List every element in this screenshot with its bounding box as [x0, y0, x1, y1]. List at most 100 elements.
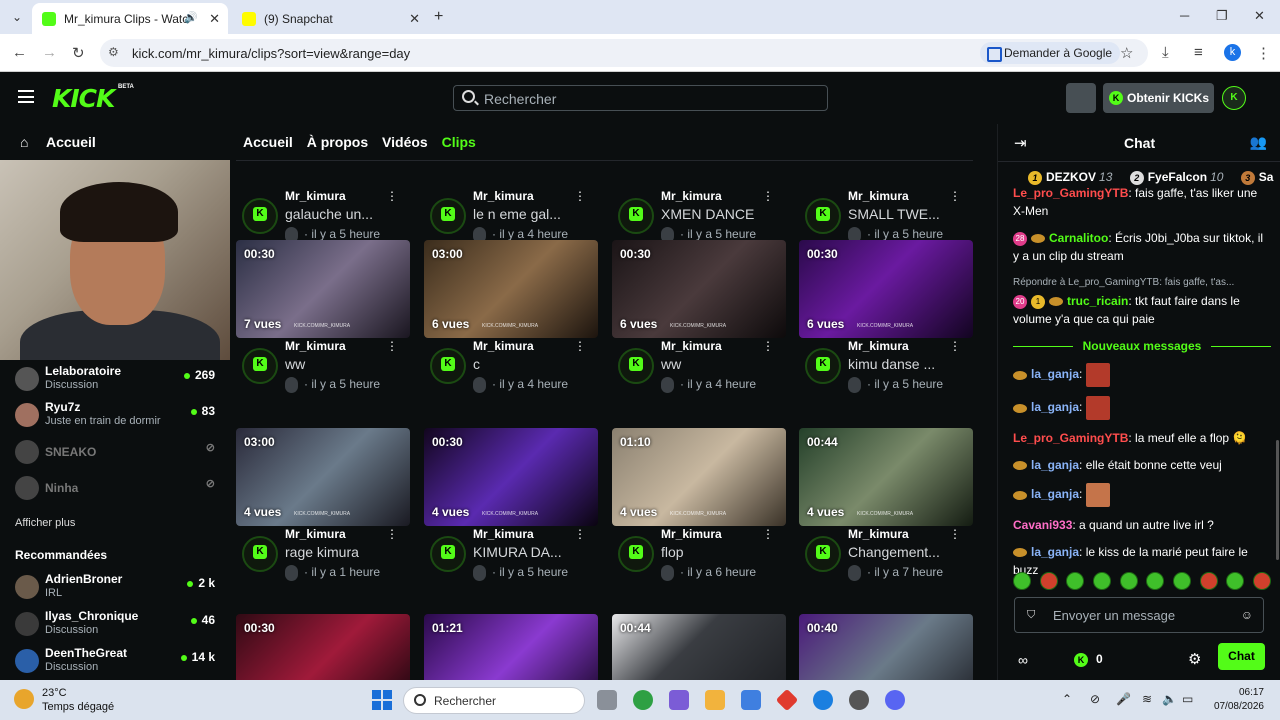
emote-icon[interactable]	[1172, 572, 1191, 590]
clip-card[interactable]: 01:21	[424, 614, 598, 680]
clip-channel[interactable]: Mr_kimura	[661, 189, 722, 203]
close-tab-icon[interactable]: ✕	[209, 11, 220, 27]
clip-title[interactable]: Changement...	[848, 544, 958, 560]
help-icon[interactable]	[813, 690, 833, 710]
clip-channel[interactable]: Mr_kimura	[848, 527, 909, 541]
browser-menu-icon[interactable]: ⋮	[1256, 44, 1271, 62]
clip-card[interactable]: 00:40	[799, 614, 973, 680]
bookmark-star-icon[interactable]: ☆	[1120, 44, 1133, 62]
clip-thumbnail[interactable]: 01:21	[424, 614, 598, 680]
sidebar-channel[interactable]: Lelaboratoire Discussion 269	[15, 364, 220, 396]
emote-icon[interactable]	[1119, 572, 1138, 590]
clip-thumbnail[interactable]: 00:44	[612, 614, 786, 680]
sidebar-channel[interactable]: Ilyas_Chronique Discussion 46	[15, 609, 220, 641]
file-explorer-icon[interactable]	[705, 690, 725, 710]
reply-reference[interactable]: Répondre à Le_pro_GamingYTB: fais gaffe,…	[1013, 274, 1271, 292]
tab-search-icon[interactable]: ⌄	[8, 8, 26, 26]
chat-message[interactable]: la_ganja:	[1013, 483, 1271, 507]
close-tab-icon[interactable]: ✕	[409, 11, 420, 27]
volume-icon[interactable]: 🔈	[1162, 692, 1177, 706]
clip-channel[interactable]: Mr_kimura	[661, 339, 722, 353]
emote-icon[interactable]	[1226, 572, 1245, 590]
clip-card[interactable]: 03:00 6 vues KICK.COM/MR_KIMURA Mr_kimura ⋮ c…	[424, 240, 598, 412]
clip-channel[interactable]: Mr_kimura	[285, 527, 346, 541]
menu-icon[interactable]	[18, 90, 34, 103]
clip-title[interactable]: kimu danse ...	[848, 356, 958, 372]
tab-about[interactable]: À propos	[307, 134, 368, 150]
minimize-icon[interactable]: ─	[1180, 8, 1189, 23]
clip-thumbnail[interactable]: 00:44 4 vues KICK.COM/MR_KIMURA	[799, 428, 973, 526]
download-icon[interactable]: ⤓	[1162, 44, 1169, 61]
clip-channel[interactable]: Mr_kimura	[848, 189, 909, 203]
infinity-icon[interactable]: ∞	[1018, 652, 1028, 668]
sidebar-channel[interactable]: DeenTheGreat Discussion 14 k	[15, 646, 220, 678]
more-options-icon[interactable]: ⋮	[949, 527, 961, 541]
store-icon[interactable]	[741, 690, 761, 710]
site-info-icon[interactable]: ⚙	[108, 45, 119, 59]
channel-avatar[interactable]	[618, 198, 654, 234]
clip-icon-button[interactable]	[1066, 83, 1096, 113]
sidebar-home[interactable]: ⌂ Accueil	[20, 134, 96, 150]
sidebar-channel[interactable]: Ninha ⊘	[15, 473, 220, 505]
more-options-icon[interactable]: ⋮	[386, 339, 398, 353]
more-options-icon[interactable]: ⋮	[949, 189, 961, 203]
channel-avatar[interactable]	[618, 348, 654, 384]
channel-avatar[interactable]	[618, 536, 654, 572]
clip-card[interactable]: 00:30 6 vues KICK.COM/MR_KIMURA Mr_kimura ⋮ k…	[799, 240, 973, 412]
channel-avatar[interactable]	[805, 536, 841, 572]
network-off-icon[interactable]: ⊘	[1090, 692, 1100, 706]
clip-card[interactable]: 00:44	[612, 614, 786, 680]
clip-channel[interactable]: Mr_kimura	[285, 339, 346, 353]
channel-avatar[interactable]	[430, 536, 466, 572]
tab-snapchat[interactable]: (9) Snapchat ✕	[232, 3, 428, 34]
chat-message[interactable]: la_ganja: elle était bonne cette veuj	[1013, 456, 1271, 474]
channel-avatar[interactable]	[805, 348, 841, 384]
clip-title[interactable]: le n eme gal...	[473, 206, 583, 222]
reading-list-icon[interactable]: ≡	[1194, 44, 1203, 61]
clip-title[interactable]: rage kimura	[285, 544, 395, 560]
clip-thumbnail[interactable]: 03:00 6 vues KICK.COM/MR_KIMURA	[424, 240, 598, 338]
clip-title[interactable]: galauche un...	[285, 206, 395, 222]
clip-card[interactable]: 00:30	[236, 614, 410, 680]
collapse-chat-icon[interactable]: ⇥	[1014, 134, 1027, 152]
kick-logo[interactable]: KICK	[52, 84, 115, 113]
chat-message[interactable]: 28 Carnalitoo: Écris J0bi_J0ba sur tiktok…	[1013, 229, 1271, 265]
clip-card[interactable]: 01:10 4 vues KICK.COM/MR_KIMURA Mr_kimura ⋮ f…	[612, 428, 786, 600]
clip-thumbnail[interactable]: 00:30 6 vues KICK.COM/MR_KIMURA	[799, 240, 973, 338]
chat-message[interactable]: 20 1 truc_ricain: tkt faut faire dans le v…	[1013, 292, 1271, 328]
clip-title[interactable]: flop	[661, 544, 771, 560]
settings-gear-icon[interactable]: ⚙	[1188, 650, 1201, 668]
clip-card[interactable]: 00:30 4 vues KICK.COM/MR_KIMURA Mr_kimura ⋮ K…	[424, 428, 598, 600]
send-chat-button[interactable]: Chat	[1218, 643, 1265, 670]
emote-icon[interactable]	[1146, 572, 1165, 590]
discord-icon[interactable]	[885, 690, 905, 710]
more-options-icon[interactable]: ⋮	[762, 527, 774, 541]
emote-icon[interactable]	[1252, 572, 1271, 590]
task-view-icon[interactable]	[597, 690, 617, 710]
emote-icon[interactable]	[1066, 572, 1085, 590]
sidebar-channel[interactable]: AdrienBroner IRL 2 k	[15, 572, 220, 604]
clip-card[interactable]: 00:30 6 vues KICK.COM/MR_KIMURA Mr_kimura ⋮ w…	[612, 240, 786, 412]
url-field[interactable]: ⚙ kick.com/mr_kimura/clips?sort=view&ran…	[100, 39, 1148, 67]
more-options-icon[interactable]: ⋮	[574, 527, 586, 541]
clip-title[interactable]: KIMURA DA...	[473, 544, 583, 560]
emote-icon[interactable]	[1199, 572, 1218, 590]
battery-icon[interactable]: ▭	[1182, 692, 1193, 706]
more-options-icon[interactable]: ⋮	[949, 339, 961, 353]
clip-thumbnail[interactable]: 01:10 4 vues KICK.COM/MR_KIMURA	[612, 428, 786, 526]
sidebar-channel[interactable]: SNEAKO ⊘	[15, 437, 220, 469]
chrome-icon[interactable]	[633, 690, 653, 710]
more-options-icon[interactable]: ⋮	[386, 189, 398, 203]
obs-icon[interactable]	[849, 690, 869, 710]
more-options-icon[interactable]: ⋮	[762, 339, 774, 353]
forward-icon[interactable]: →	[42, 44, 57, 61]
chat-message[interactable]: la_ganja:	[1013, 363, 1271, 387]
emote-icon[interactable]	[1092, 572, 1111, 590]
clip-title[interactable]: XMEN DANCE	[661, 206, 771, 222]
clip-channel[interactable]: Mr_kimura	[661, 527, 722, 541]
clip-channel[interactable]: Mr_kimura	[473, 339, 534, 353]
clip-channel[interactable]: Mr_kimura	[848, 339, 909, 353]
back-icon[interactable]: ←	[12, 44, 27, 61]
leader-item[interactable]: 3 Sa	[1240, 170, 1273, 185]
clip-title[interactable]: ww	[661, 356, 771, 372]
